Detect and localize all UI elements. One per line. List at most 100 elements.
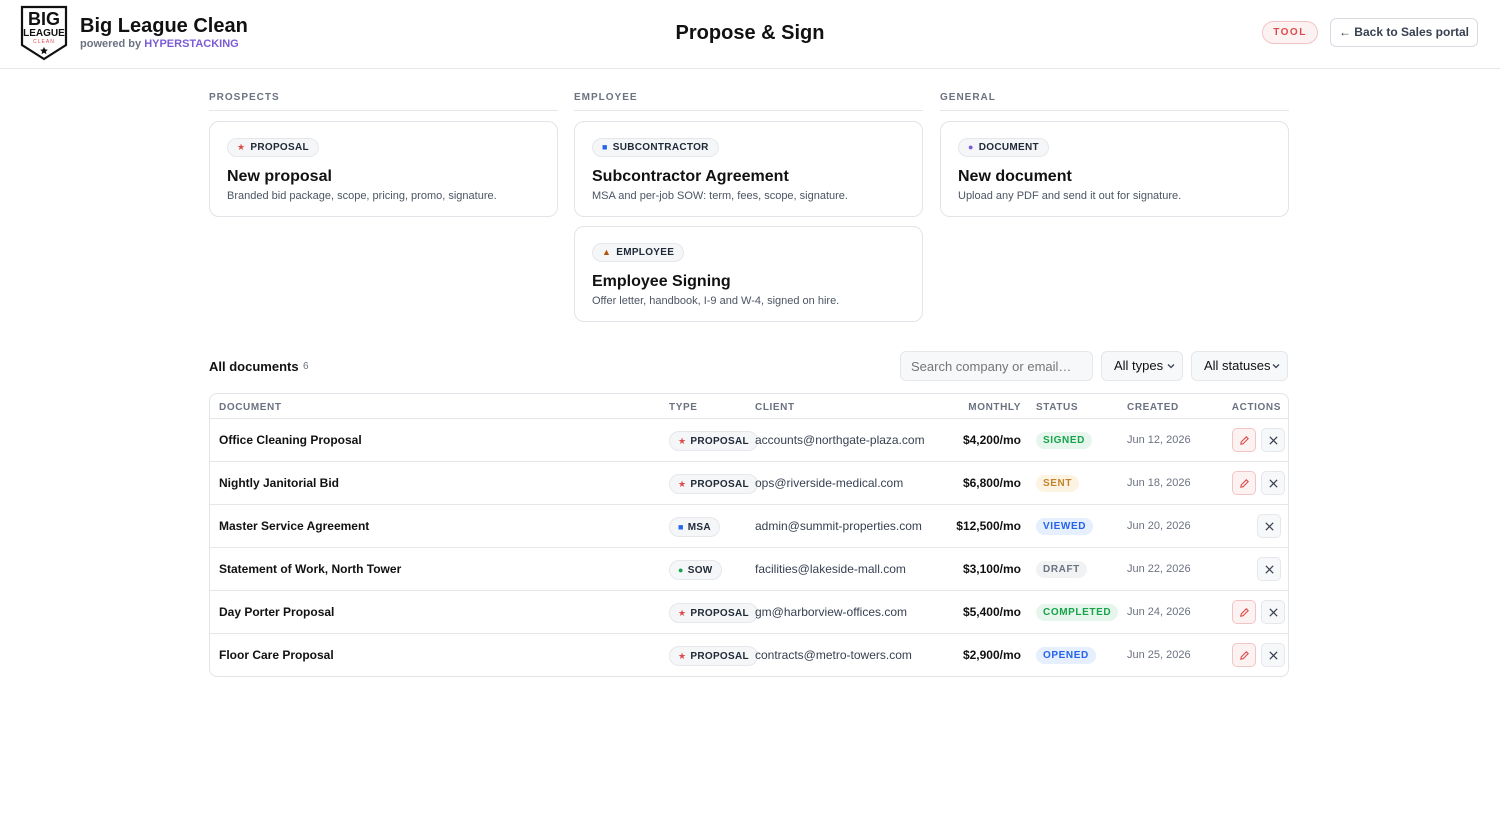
document-type-label: MSA xyxy=(687,522,711,533)
dot-icon: ● xyxy=(678,565,684,575)
table-row[interactable]: Office Cleaning Proposal ★ PROPOSAL account… xyxy=(210,419,1288,462)
document-type-label: PROPOSAL xyxy=(690,608,749,619)
search-input[interactable] xyxy=(900,351,1093,381)
document-type-pill: ★ PROPOSAL xyxy=(669,431,758,451)
document-name[interactable]: Office Cleaning Proposal xyxy=(219,433,362,447)
created-date: Jun 18, 2026 xyxy=(1127,477,1191,489)
table-row[interactable]: Statement of Work, North Tower ● SOW facili… xyxy=(210,548,1288,591)
document-type-label: PROPOSAL xyxy=(690,436,749,447)
star-icon: ★ xyxy=(678,479,687,489)
document-name[interactable]: Master Service Agreement xyxy=(219,519,369,533)
card-title: Subcontractor Agreement xyxy=(592,168,789,185)
chevron-down-icon xyxy=(1167,364,1175,369)
document-type-pill: ● SOW xyxy=(669,560,722,580)
delete-button[interactable] xyxy=(1261,600,1285,624)
col-document: DOCUMENT xyxy=(219,402,282,413)
document-type-label: PROPOSAL xyxy=(690,479,749,490)
card-description: Upload any PDF and send it out for signa… xyxy=(958,190,1182,202)
back-to-sales-portal-button[interactable]: ← Back to Sales portal xyxy=(1330,18,1478,47)
document-name[interactable]: Floor Care Proposal xyxy=(219,648,334,662)
document-name[interactable]: Day Porter Proposal xyxy=(219,605,334,619)
section-divider xyxy=(940,110,1289,111)
delete-button[interactable] xyxy=(1257,514,1281,538)
star-icon: ★ xyxy=(678,608,687,618)
status-badge: SIGNED xyxy=(1036,432,1092,449)
status-badge: DRAFT xyxy=(1036,561,1087,578)
table-row[interactable]: Floor Care Proposal ★ PROPOSAL contracts@me… xyxy=(210,634,1288,676)
card-type-label: PROPOSAL xyxy=(250,142,309,153)
type-filter-value: All types xyxy=(1114,358,1164,373)
created-date: Jun 20, 2026 xyxy=(1127,520,1191,532)
col-created: CREATED xyxy=(1127,402,1179,413)
status-badge: OPENED xyxy=(1036,647,1096,664)
section-label: PROSPECTS xyxy=(209,92,280,103)
created-date: Jun 22, 2026 xyxy=(1127,563,1191,575)
status-badge: COMPLETED xyxy=(1036,604,1119,621)
client-email: contracts@metro-towers.com xyxy=(755,648,912,662)
card-type-label: SUBCONTRACTOR xyxy=(612,142,709,153)
document-name[interactable]: Statement of Work, North Tower xyxy=(219,562,401,576)
created-date: Jun 25, 2026 xyxy=(1127,649,1191,661)
monthly-amount: $6,800/mo xyxy=(962,476,1021,490)
status-badge: VIEWED xyxy=(1036,518,1094,535)
template-card-subcontractor[interactable]: ■ SUBCONTRACTOR Subcontractor Agreement MSA… xyxy=(574,121,923,217)
table-row[interactable]: Day Porter Proposal ★ PROPOSAL gm@harborvie… xyxy=(210,591,1288,634)
document-type-pill: ★ PROPOSAL xyxy=(669,603,758,623)
col-status: STATUS xyxy=(1036,402,1079,413)
card-description: Branded bid package, scope, pricing, pro… xyxy=(227,190,497,202)
delete-button[interactable] xyxy=(1261,471,1285,495)
card-type-pill: ■ SUBCONTRACTOR xyxy=(592,138,719,157)
client-email: accounts@northgate-plaza.com xyxy=(755,433,925,447)
card-type-label: EMPLOYEE xyxy=(616,247,675,258)
card-type-pill: ● DOCUMENT xyxy=(958,138,1049,157)
template-card-document[interactable]: ● DOCUMENT New document Upload any PDF and … xyxy=(940,121,1289,217)
square-icon: ■ xyxy=(678,522,684,532)
documents-table: DOCUMENT TYPE CLIENT MONTHLY STATUS CREA… xyxy=(209,393,1289,677)
dot-icon: ● xyxy=(968,142,974,152)
table-header: DOCUMENT TYPE CLIENT MONTHLY STATUS CREA… xyxy=(210,394,1288,419)
document-name[interactable]: Nightly Janitorial Bid xyxy=(219,476,339,490)
edit-button[interactable] xyxy=(1232,643,1256,667)
edit-button[interactable] xyxy=(1232,471,1256,495)
col-actions: ACTIONS xyxy=(1231,402,1281,413)
monthly-amount: $2,900/mo xyxy=(962,648,1021,662)
table-row[interactable]: Master Service Agreement ■ MSA admin@summit… xyxy=(210,505,1288,548)
client-email: ops@riverside-medical.com xyxy=(755,476,904,490)
document-type-label: SOW xyxy=(687,565,713,576)
edit-button[interactable] xyxy=(1232,600,1256,624)
delete-button[interactable] xyxy=(1261,643,1285,667)
created-date: Jun 24, 2026 xyxy=(1127,606,1191,618)
section-divider xyxy=(209,110,558,111)
client-email: admin@summit-properties.com xyxy=(755,519,922,533)
delete-button[interactable] xyxy=(1257,557,1281,581)
document-type-pill: ■ MSA xyxy=(669,517,720,537)
star-icon: ★ xyxy=(678,436,687,446)
template-card-employee[interactable]: ▲ EMPLOYEE Employee Signing Offer letter, h… xyxy=(574,226,923,322)
type-filter-select[interactable]: All types xyxy=(1101,351,1183,381)
monthly-amount: $4,200/mo xyxy=(962,433,1021,447)
monthly-amount: $12,500/mo xyxy=(956,519,1021,533)
status-filter-select[interactable]: All statuses xyxy=(1191,351,1288,381)
col-type: TYPE xyxy=(669,402,698,413)
monthly-amount: $3,100/mo xyxy=(962,562,1021,576)
template-card-proposal[interactable]: ★ PROPOSAL New proposal Branded bid package… xyxy=(209,121,558,217)
document-type-pill: ★ PROPOSAL xyxy=(669,646,758,666)
card-type-label: DOCUMENT xyxy=(978,142,1039,153)
card-description: Offer letter, handbook, I-9 and W-4, sig… xyxy=(592,295,840,307)
all-documents-title: All documents xyxy=(209,359,299,374)
client-email: facilities@lakeside-mall.com xyxy=(755,562,906,576)
col-client: CLIENT xyxy=(755,402,795,413)
delete-button[interactable] xyxy=(1261,428,1285,452)
status-filter-value: All statuses xyxy=(1204,358,1271,373)
star-icon: ★ xyxy=(678,651,687,661)
card-type-pill: ★ PROPOSAL xyxy=(227,138,319,157)
top-header: BIG LEAGUE CLEAN Big League Clean powere… xyxy=(0,0,1500,69)
documents-count: 6 xyxy=(303,361,309,372)
tool-badge: TOOL xyxy=(1262,21,1318,44)
chevron-down-icon xyxy=(1272,364,1280,369)
client-email: gm@harborview-offices.com xyxy=(755,605,908,619)
table-row[interactable]: Nightly Janitorial Bid ★ PROPOSAL ops@river… xyxy=(210,462,1288,505)
edit-button[interactable] xyxy=(1232,428,1256,452)
card-title: New proposal xyxy=(227,168,332,185)
col-monthly: MONTHLY xyxy=(968,402,1021,413)
